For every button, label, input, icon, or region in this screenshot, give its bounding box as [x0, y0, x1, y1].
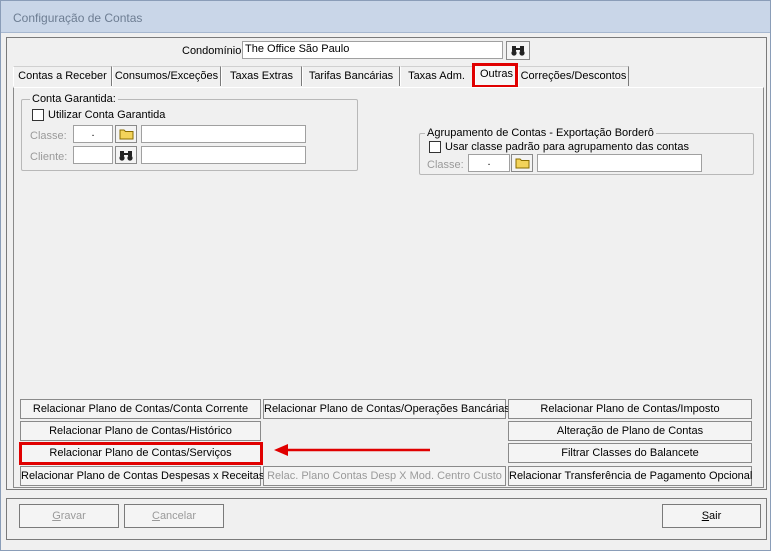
tab-consumos-excecoes[interactable]: Consumos/Exceções	[112, 66, 221, 86]
folder-icon	[515, 158, 529, 169]
agrupamento-folder-button[interactable]	[511, 154, 533, 172]
filtrar-classes-balancete-button[interactable]: Filtrar Classes do Balancete	[508, 443, 752, 463]
relacionar-historico-button[interactable]: Relacionar Plano de Contas/Histórico	[20, 421, 261, 441]
binoculars-icon	[511, 46, 525, 56]
window-title: Configuração de Contas	[13, 11, 143, 25]
tab-contas-a-receber[interactable]: Contas a Receber	[13, 66, 112, 86]
tab-highlight-box	[472, 63, 518, 88]
conta-garantida-legend: Conta Garantida:	[30, 93, 118, 105]
sair-button[interactable]: Sair	[662, 504, 761, 528]
sair-label: air	[709, 510, 722, 522]
cancelar-label: ancelar	[159, 510, 197, 522]
folder-icon	[119, 129, 133, 140]
relacionar-conta-corrente-button[interactable]: Relacionar Plano de Contas/Conta Corrent…	[20, 399, 261, 419]
tab-tarifas-bancarias[interactable]: Tarifas Bancárias	[302, 66, 400, 86]
title-bar[interactable]: Configuração de Contas	[1, 1, 770, 33]
gravar-mnemonic: G	[52, 510, 61, 522]
classe-description-input[interactable]	[141, 125, 306, 143]
utilizar-conta-garantida-label: Utilizar Conta Garantida	[48, 109, 166, 121]
tab-taxas-adm[interactable]: Taxas Adm.	[400, 66, 473, 86]
agrupamento-classe-code-input[interactable]: .	[468, 154, 510, 172]
classe-label: Classe:	[30, 130, 67, 142]
tab-taxas-extras[interactable]: Taxas Extras	[221, 66, 302, 86]
relacionar-transferencia-pagamento-button[interactable]: Relacionar Transferência de Pagamento Op…	[508, 466, 752, 486]
annotation-arrow-icon	[274, 444, 430, 456]
cliente-label: Cliente:	[30, 151, 68, 163]
tab-correcoes-descontos[interactable]: Correções/Descontos	[518, 66, 629, 86]
cancelar-mnemonic: C	[151, 510, 160, 522]
sair-mnemonic: S	[701, 510, 710, 522]
condominio-label: Condomínio:	[182, 45, 245, 57]
bottom-button-bar	[6, 498, 767, 540]
agrupamento-classe-description-input[interactable]	[537, 154, 702, 172]
classe-folder-button[interactable]	[115, 125, 137, 143]
alteracao-plano-contas-button[interactable]: Alteração de Plano de Contas	[508, 421, 752, 441]
relac-desp-centro-custo-button[interactable]: Relac. Plano Contas Desp X Mod. Centro C…	[263, 466, 506, 486]
condominio-field[interactable]: The Office São Paulo	[242, 41, 503, 59]
cliente-search-button[interactable]	[115, 146, 137, 164]
cancelar-button[interactable]: Cancelar	[124, 504, 224, 528]
gravar-button[interactable]: Gravar	[19, 504, 119, 528]
usar-classe-padrao-label: Usar classe padrão para agrupamento das …	[445, 141, 689, 153]
cliente-description-input[interactable]	[141, 146, 306, 164]
relacionar-despesas-receitas-button[interactable]: Relacionar Plano de Contas Despesas x Re…	[20, 466, 264, 486]
usar-classe-padrao-checkbox[interactable]	[429, 141, 441, 153]
cliente-code-input[interactable]	[73, 146, 113, 164]
relacionar-operacoes-bancarias-button[interactable]: Relacionar Plano de Contas/Operações Ban…	[263, 399, 510, 419]
relacionar-imposto-button[interactable]: Relacionar Plano de Contas/Imposto	[508, 399, 752, 419]
condominio-search-button[interactable]	[506, 41, 530, 60]
binoculars-icon	[119, 150, 133, 161]
servicos-highlight-box	[19, 442, 263, 465]
configuracao-contas-window: Configuração de Contas Condomínio: The O…	[0, 0, 771, 551]
utilizar-conta-garantida-checkbox[interactable]	[32, 109, 44, 121]
agrupamento-classe-label: Classe:	[427, 159, 464, 171]
classe-code-input[interactable]: .	[73, 125, 113, 143]
agrupamento-legend: Agrupamento de Contas - Exportação Borde…	[425, 127, 656, 139]
gravar-label: ravar	[60, 510, 86, 522]
